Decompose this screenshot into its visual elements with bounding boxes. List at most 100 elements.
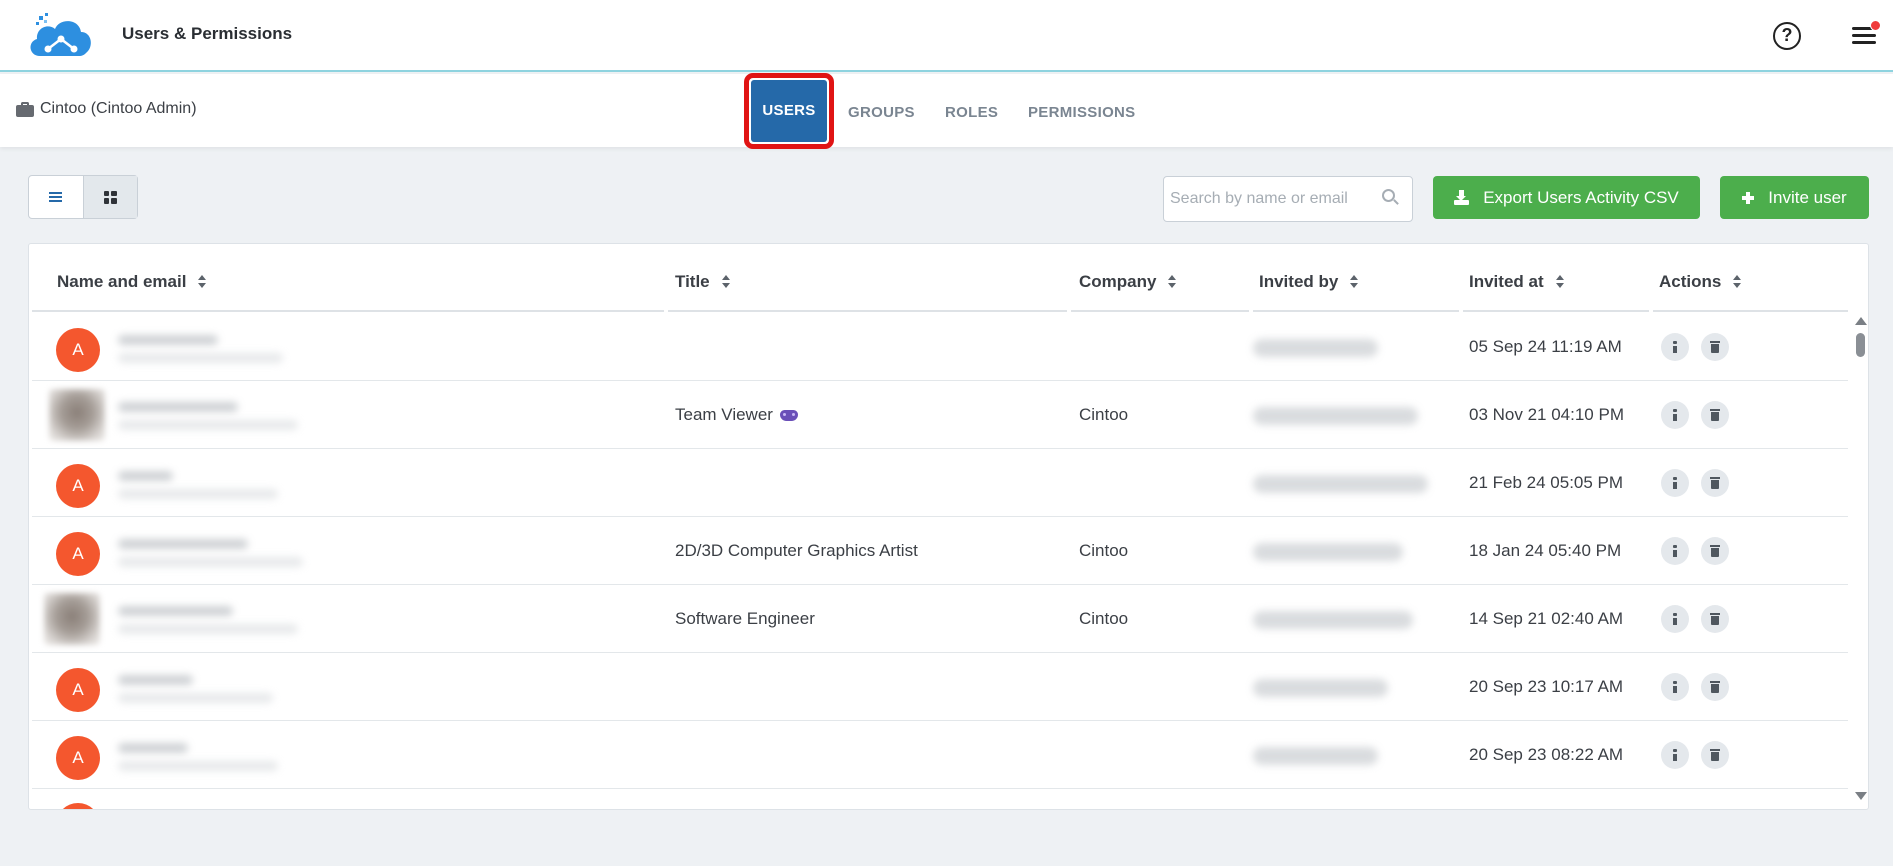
search-input[interactable] [1170,187,1370,211]
search-icon[interactable] [1382,189,1399,206]
delete-button[interactable] [1701,537,1729,565]
info-icon [1673,341,1677,353]
info-button[interactable] [1661,333,1689,361]
trash-icon [1710,749,1720,761]
tab-users[interactable]: USERS [751,80,827,142]
invited-at: 20 Sep 23 10:17 AM [1469,676,1624,696]
table-row[interactable]: A 2D/3D Computer Graphics Artist Cintoo … [32,517,1848,585]
table-row[interactable]: A 20 Sep 23 10:17 AM [32,653,1848,721]
info-icon [1673,477,1677,489]
notification-dot [1870,20,1881,31]
tab-permissions[interactable]: PERMISSIONS [1028,104,1136,121]
info-button[interactable] [1661,469,1689,497]
sort-icon[interactable] [198,275,207,289]
invited-by-redacted [1253,475,1428,493]
delete-button[interactable] [1701,673,1729,701]
invited-by-redacted [1253,339,1378,357]
trash-icon [1710,409,1720,421]
trash-icon [1710,545,1720,557]
user-email-redacted [118,761,278,771]
table-row[interactable]: A 05 Sep 24 11:19 AM [32,313,1848,381]
export-csv-button[interactable]: Export Users Activity CSV [1433,176,1700,219]
download-icon [1454,190,1470,205]
info-icon [1673,749,1677,761]
user-name-redacted [118,335,218,345]
invited-at: 21 Feb 24 05:05 PM [1469,472,1624,492]
user-email-redacted [118,489,278,499]
user-email-redacted [118,353,283,363]
info-icon [1673,681,1677,693]
table-row[interactable]: Team Viewer Cintoo 03 Nov 21 04:10 PM [32,381,1848,449]
user-title: Team Viewer [675,381,798,448]
avatar: A [56,464,100,508]
trash-icon [1710,477,1720,489]
tab-users-highlight: USERS [744,73,834,149]
info-icon [1673,613,1677,625]
avatar-partial [56,803,100,809]
grid-view-button[interactable] [82,176,137,218]
avatar [49,389,105,441]
delete-button[interactable] [1701,741,1729,769]
avatar: A [56,328,100,372]
column-header-invited-by[interactable]: Invited by [1259,272,1359,292]
delete-button[interactable] [1701,401,1729,429]
invited-at: 18 Jan 24 05:40 PM [1469,540,1622,560]
scroll-thumb[interactable] [1856,333,1865,357]
scroll-up-icon[interactable] [1855,317,1867,325]
column-header-name[interactable]: Name and email [57,272,207,292]
info-button[interactable] [1661,605,1689,633]
column-header-invited-at[interactable]: Invited at [1469,272,1565,292]
export-csv-label: Export Users Activity CSV [1483,187,1679,207]
sort-icon[interactable] [1350,275,1359,289]
invited-by-redacted [1253,543,1403,561]
user-name-redacted [118,675,193,685]
organization-name: Cintoo (Cintoo Admin) [40,100,197,117]
list-view-button[interactable] [29,176,83,218]
tab-groups[interactable]: GROUPS [848,104,915,121]
table-row[interactable]: A 21 Feb 24 05:05 PM [32,449,1848,517]
table-header: Name and email Title Company Invited by … [32,244,1848,312]
sort-icon[interactable] [721,275,731,289]
briefcase-icon [16,101,34,117]
grid-icon [103,190,117,204]
user-name-redacted [118,606,233,616]
sort-icon[interactable] [1555,275,1565,289]
user-email-redacted [118,420,298,430]
info-button[interactable] [1661,741,1689,769]
trash-icon [1710,681,1720,693]
column-header-title[interactable]: Title [675,272,731,292]
help-icon[interactable]: ? [1773,22,1801,50]
info-button[interactable] [1661,537,1689,565]
hamburger-menu-icon[interactable] [1852,20,1881,46]
list-icon [49,191,63,203]
column-header-actions: Actions [1659,272,1742,292]
search-box [1163,176,1413,222]
table-row[interactable]: Software Engineer Cintoo 14 Sep 21 02:40… [32,585,1848,653]
trash-icon [1710,341,1720,353]
gamepad-icon [779,409,798,421]
invited-at: 14 Sep 21 02:40 AM [1469,608,1624,628]
avatar: A [56,668,100,712]
invited-by-redacted [1253,611,1413,629]
delete-button[interactable] [1701,605,1729,633]
cloud-logo-icon[interactable] [26,12,96,62]
tab-roles[interactable]: ROLES [945,104,998,121]
invite-user-button[interactable]: Invite user [1720,176,1869,219]
column-header-company[interactable]: Company [1079,272,1177,292]
view-toggle [28,175,138,219]
sub-header: Cintoo (Cintoo Admin) USERS GROUPS ROLES… [0,73,1893,149]
organization-selector[interactable]: Cintoo (Cintoo Admin) [16,100,197,118]
delete-button[interactable] [1701,469,1729,497]
plus-icon [1742,191,1755,204]
user-email-redacted [118,557,303,567]
info-icon [1673,545,1677,557]
table-scrollbar[interactable] [1853,314,1867,800]
user-company: Cintoo [1079,404,1129,424]
info-button[interactable] [1661,401,1689,429]
table-row[interactable]: A 20 Sep 23 08:22 AM [32,721,1848,789]
scroll-down-icon[interactable] [1855,792,1867,800]
info-button[interactable] [1661,673,1689,701]
delete-button[interactable] [1701,333,1729,361]
sort-icon[interactable] [1168,275,1177,289]
sort-icon[interactable] [1733,275,1742,289]
